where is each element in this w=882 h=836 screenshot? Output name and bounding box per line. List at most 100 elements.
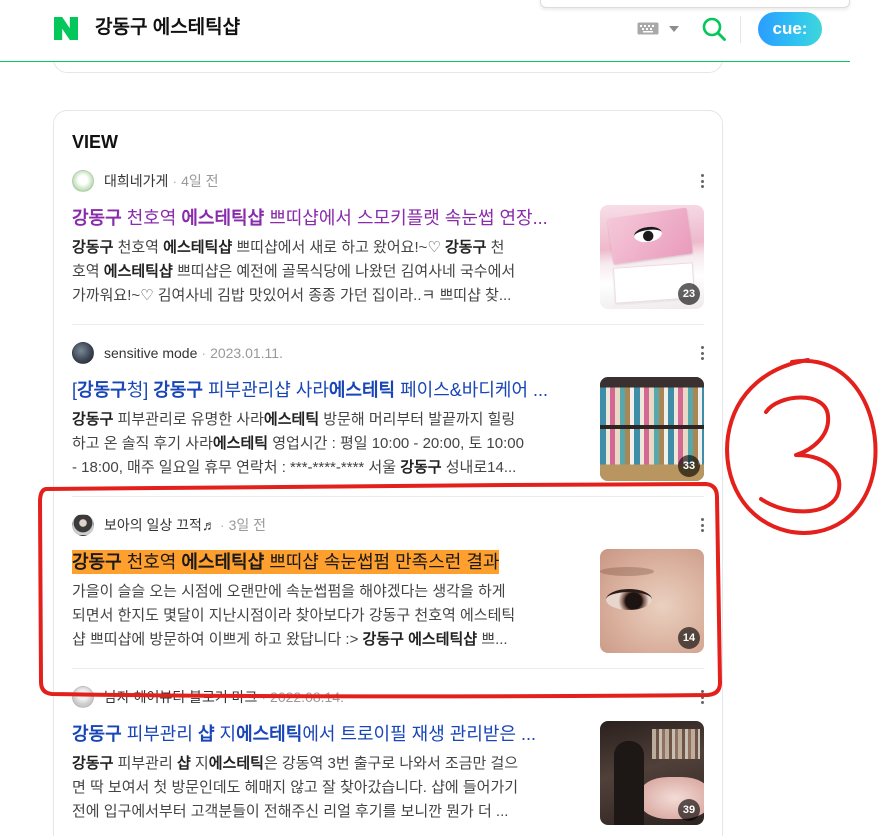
chevron-down-icon[interactable] [669, 26, 679, 32]
post-date: 2023.01.11. [210, 345, 283, 361]
post-thumbnail[interactable]: 39 [600, 721, 704, 825]
description-line: 강동구 피부관리 샵 지에스테틱은 강동역 3번 출구로 나와서 조금만 걸으 [72, 752, 586, 776]
desc-text: 성내로14... [441, 459, 517, 476]
dot [700, 529, 704, 532]
post-title-link[interactable]: [강동구청] 강동구 피부관리샵 사라에스테틱 페이스&바디케어 ... [72, 377, 584, 403]
dot [700, 179, 704, 183]
dropdown-panel-edge [540, 0, 850, 8]
keyboard-icon[interactable] [637, 22, 659, 35]
dot [700, 174, 704, 177]
desc-text: 영업시간 : 평일 10:00 - 20:00, 토 10:00 [268, 435, 524, 452]
view-item: 보아의 일상 끄적♬ · 3일 전 강동구 천호역 에스테틱샵 쁘띠샵 속눈썹펌… [72, 513, 704, 669]
desc-text: 천 [486, 239, 505, 256]
desc-text: 전에 입구에서부터 고객분들이 전해주신 리얼 후기를 보니깐 뭔가 더 ... [72, 803, 509, 820]
author-name[interactable]: 보아의 일상 끄적♬ [104, 515, 216, 535]
title-keyword: 강동구 [77, 380, 127, 400]
post-title-link[interactable]: 강동구 피부관리 샵 지에스테틱에서 트로이필 재생 관리받은 ... [72, 721, 584, 747]
title-keyword: 강동구 [72, 724, 122, 744]
desc-text: 쁘띠샵에서 새로 하고 왔어요!~♡ [232, 239, 445, 256]
post-thumbnail[interactable]: 14 [600, 549, 704, 653]
view-item: 대희네가게 · 4일 전 강동구 천호역 에스테틱샵 쁘띠샵에서 스모키플랫 속… [72, 169, 704, 325]
author-avatar[interactable] [72, 686, 94, 708]
desc-keyword: 강동구 [72, 755, 114, 772]
more-options-icon[interactable] [700, 174, 704, 188]
author-name[interactable]: 대희네가게 [104, 171, 168, 191]
title-keyword: 에스테틱 [328, 380, 396, 400]
dot [700, 351, 704, 355]
desc-text: - 18:00, 매주 일요일 휴무 연락처 : ***-****-**** 서… [72, 459, 401, 476]
title-keyword: 강동구 [72, 208, 122, 228]
view-section: VIEW 대희네가게 · 4일 전 강동구 천호역 에스테틱샵 쁘띠샵에서 스모… [53, 110, 723, 836]
desc-keyword: 강동구 [72, 239, 114, 256]
header-divider [740, 16, 741, 43]
image-count-badge: 14 [678, 627, 700, 649]
image-count-badge: 39 [678, 799, 700, 821]
desc-text: 쁘띠샵은 예전에 골목식당에 나왔던 김여사네 국수에서 [172, 263, 516, 280]
title-keyword: 에스테틱샵 [181, 552, 265, 572]
desc-text: 은 강동역 3번 출구로 나와서 조금만 걸으 [263, 755, 519, 772]
search-query[interactable]: 강동구 에스테틱샵 [95, 16, 240, 40]
view-item: sensitive mode · 2023.01.11. [강동구청] 강동구 … [72, 341, 704, 497]
desc-text: 샵 쁘띠샵에 방문하여 이쁘게 하고 왔답니다 :> [72, 631, 363, 648]
meta-separator: · [172, 173, 178, 189]
author-avatar[interactable] [72, 342, 94, 364]
post-date: 3일 전 [228, 517, 267, 533]
item-meta: 보아의 일상 끄적♬ · 3일 전 [72, 513, 266, 537]
desc-text: 지 [190, 755, 209, 772]
post-title-link[interactable]: 강동구 천호역 에스테틱샵 쁘띠샵에서 스모키플랫 속눈썹 연장... [72, 205, 584, 231]
desc-keyword: 에스테틱 [208, 755, 264, 772]
more-options-icon[interactable] [700, 690, 704, 704]
view-item: 남자 헤어뷰티 블로거 마크 · 2022.08.14. 강동구 피부관리 샵 … [72, 685, 704, 836]
more-options-icon[interactable] [700, 346, 704, 360]
title-text: 청] [126, 380, 154, 400]
author-avatar[interactable] [72, 514, 94, 536]
section-title: VIEW [72, 132, 119, 152]
description-line: 가을이 슬슬 오는 시점에 오랜만에 속눈썹펌을 해야겠다는 생각을 하게 [72, 580, 586, 604]
cue-button[interactable]: cue: [758, 12, 822, 46]
post-title-link[interactable]: 강동구 천호역 에스테틱샵 쁘띠샵 속눈썹펌 만족스런 결과 [72, 549, 584, 575]
meta-separator: · [219, 517, 225, 533]
desc-keyword: 강동구 [72, 411, 114, 428]
description-line: 강동구 피부관리로 유명한 사라에스테틱 방문해 머리부터 발끝까지 힐링 [72, 408, 586, 432]
search-icon[interactable] [701, 16, 727, 42]
author-avatar[interactable] [72, 170, 94, 192]
title-keyword: 샵 [197, 724, 215, 744]
item-divider [72, 668, 704, 669]
item-meta: 남자 헤어뷰티 블로거 마크 · 2022.08.14. [72, 685, 344, 709]
item-divider [72, 324, 704, 325]
shelf-shape [652, 729, 700, 759]
desc-keyword: 강동구 [362, 631, 404, 648]
description-line: 가까워요!~♡ 김여사네 김밥 맛있어서 종종 가던 집이라..ㅋ 쁘띠샵 찾.… [72, 284, 586, 308]
title-text: 에서 트로이필 재생 관리받은 ... [302, 724, 537, 744]
desc-keyword: 에스테틱샵 [408, 631, 478, 648]
post-description[interactable]: 강동구 천호역 에스테틱샵 쁘띠샵에서 새로 하고 왔어요!~♡ 강동구 천 호… [72, 236, 586, 308]
title-text: 천호역 [121, 208, 182, 228]
post-description[interactable]: 강동구 피부관리로 유명한 사라에스테틱 방문해 머리부터 발끝까지 힐링 하고… [72, 408, 586, 480]
desc-keyword: 강동구 [400, 459, 442, 476]
title-text: 천호역 [121, 552, 182, 572]
desc-keyword: 강동구 [445, 239, 487, 256]
meta-separator: · [261, 689, 267, 705]
item-meta: sensitive mode · 2023.01.11. [72, 341, 283, 365]
author-name[interactable]: 남자 헤어뷰티 블로거 마크 [104, 687, 257, 707]
dot [700, 695, 704, 699]
meta-separator: · [201, 345, 207, 361]
desc-text: 하고 온 솔직 후기 사라 [72, 435, 213, 452]
author-name[interactable]: sensitive mode [104, 345, 197, 361]
naver-logo-icon[interactable] [54, 17, 78, 40]
desc-keyword: 에스테틱샵 [163, 239, 233, 256]
desc-text: 가까워요!~♡ 김여사네 김밥 맛있어서 종종 가던 집이라..ㅋ 쁘띠샵 찾.… [72, 287, 512, 304]
item-meta: 대희네가게 · 4일 전 [72, 169, 219, 193]
desc-text: 천호역 [113, 239, 164, 256]
description-line: 강동구 천호역 에스테틱샵 쁘띠샵에서 새로 하고 왔어요!~♡ 강동구 천 [72, 236, 586, 260]
description-line: 하고 온 솔직 후기 사라에스테틱 영업시간 : 평일 10:00 - 20:0… [72, 432, 586, 456]
post-thumbnail[interactable]: 23 [600, 205, 704, 309]
title-keyword: 강동구 [153, 380, 203, 400]
post-description[interactable]: 강동구 피부관리 샵 지에스테틱은 강동역 3번 출구로 나와서 조금만 걸으 … [72, 752, 586, 824]
post-description[interactable]: 가을이 슬슬 오는 시점에 오랜만에 속눈썹펌을 해야겠다는 생각을 하게 되면… [72, 580, 586, 652]
description-line: 면 딱 보여서 첫 방문인데도 헤매지 않고 잘 찾아갔습니다. 샵에 들어가기 [72, 776, 586, 800]
more-options-icon[interactable] [700, 518, 704, 532]
dot [700, 518, 704, 521]
title-text: 피부관리 [121, 724, 198, 744]
post-thumbnail[interactable]: 33 [600, 377, 704, 481]
